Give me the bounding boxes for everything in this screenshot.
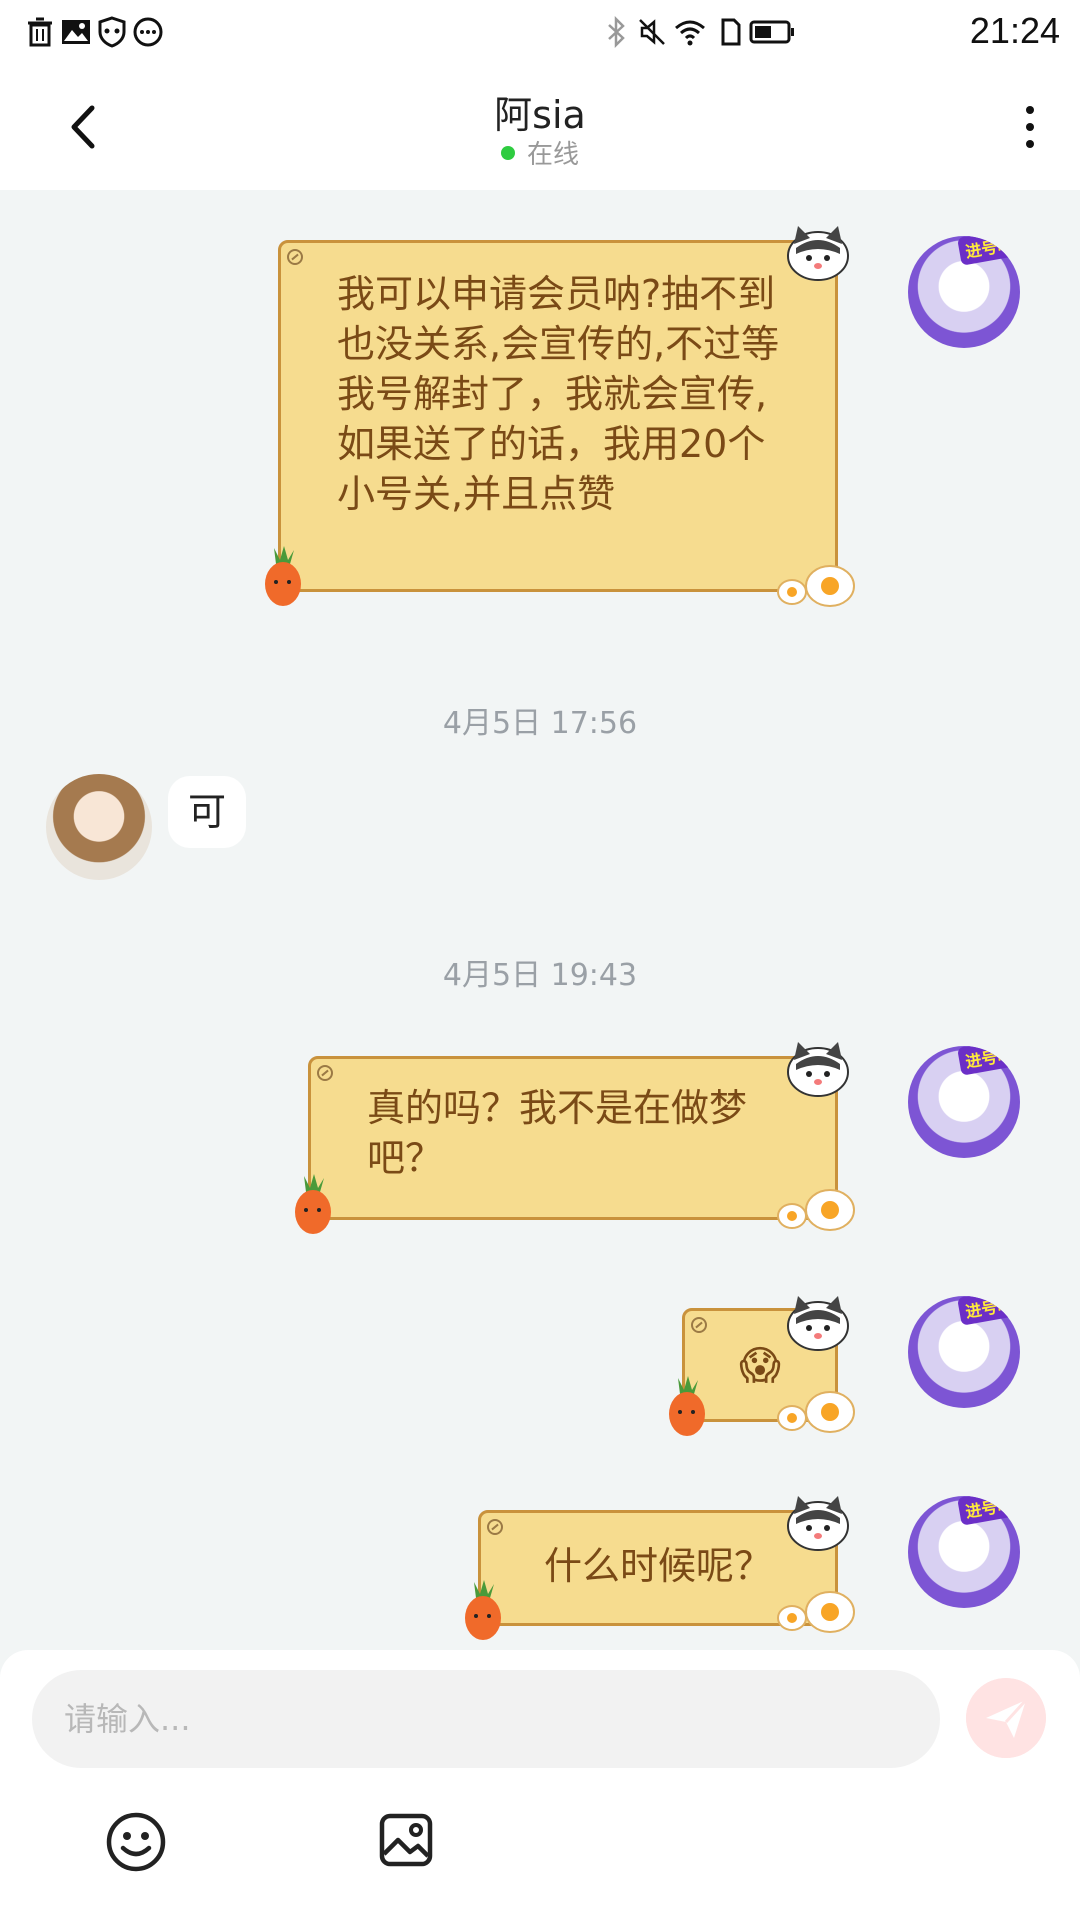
cat-sticker-icon [787, 1042, 849, 1097]
carrot-sticker-icon [265, 546, 301, 606]
message-timestamp: 4月5日 17:56 [442, 706, 638, 741]
more-circle-icon [133, 17, 163, 47]
carrot-sticker-icon [465, 1580, 501, 1640]
image-icon[interactable] [376, 1810, 436, 1870]
avatar-badge: 进号吧! [956, 236, 1020, 266]
message-text: 我可以申请会员呐?抽不到也没关系,会宣传的,不过等我号解封了，我就会宣传,如果送… [337, 272, 780, 516]
send-button[interactable] [966, 1678, 1046, 1758]
pin-icon [691, 1317, 707, 1333]
image-icon [62, 20, 90, 44]
cat-sticker-icon [787, 1296, 849, 1351]
chat-message-list[interactable]: 我可以申请会员呐?抽不到也没关系,会宣传的,不过等我号解封了，我就会宣传,如果送… [0, 190, 1080, 1650]
message-input[interactable] [32, 1670, 940, 1768]
input-panel [0, 1650, 1080, 1920]
carrot-sticker-icon [295, 1174, 331, 1234]
chat-header: 阿sia 在线 [0, 64, 1080, 190]
sim-icon [721, 18, 741, 46]
message-text: 真的吗？我不是在做梦吧？ [367, 1086, 748, 1180]
my-avatar[interactable]: 进号吧! [908, 1296, 1020, 1408]
more-options-button[interactable] [1018, 100, 1042, 154]
online-status: 在线 [0, 134, 1080, 171]
my-avatar[interactable]: 进号吧! [908, 1046, 1020, 1158]
message-bubble[interactable]: 可 [168, 776, 247, 848]
message-bubble[interactable]: 真的吗？我不是在做梦吧？ [308, 1056, 838, 1220]
message-text: 什么时候呢？ [543, 1544, 772, 1588]
pin-icon [487, 1519, 503, 1535]
wifi-icon [675, 20, 705, 46]
shield-icon [98, 16, 126, 48]
carrot-sticker-icon [669, 1376, 705, 1436]
battery-icon [749, 20, 794, 44]
trash-icon [28, 17, 52, 47]
chat-title: 阿sia [494, 93, 586, 137]
avatar-badge: 进号吧! [956, 1046, 1020, 1076]
avatar-badge: 进号吧! [956, 1296, 1020, 1326]
status-time: 21:24 [969, 10, 1060, 51]
avatar-badge: 进号吧! [956, 1496, 1020, 1526]
cat-sticker-icon [787, 1496, 849, 1551]
emoji-message: 😱 [739, 1343, 781, 1389]
my-avatar[interactable]: 进号吧! [908, 1496, 1020, 1608]
egg-sticker-icon [777, 565, 855, 607]
online-dot-icon [500, 145, 515, 160]
cat-sticker-icon [787, 226, 849, 281]
emoji-icon[interactable] [104, 1810, 168, 1874]
mute-icon [639, 19, 665, 45]
bluetooth-icon [608, 15, 625, 49]
online-status-label: 在线 [526, 140, 579, 170]
egg-sticker-icon [777, 1189, 855, 1231]
pin-icon [287, 249, 303, 265]
egg-sticker-icon [777, 1591, 855, 1633]
egg-sticker-icon [777, 1391, 855, 1433]
pin-icon [317, 1065, 333, 1081]
contact-avatar[interactable] [46, 774, 152, 880]
message-timestamp: 4月5日 19:43 [442, 958, 638, 993]
message-bubble[interactable]: 我可以申请会员呐?抽不到也没关系,会宣传的,不过等我号解封了，我就会宣传,如果送… [278, 240, 838, 592]
status-bar: 21:24 [0, 0, 1080, 64]
my-avatar[interactable]: 进号吧! [908, 236, 1020, 348]
